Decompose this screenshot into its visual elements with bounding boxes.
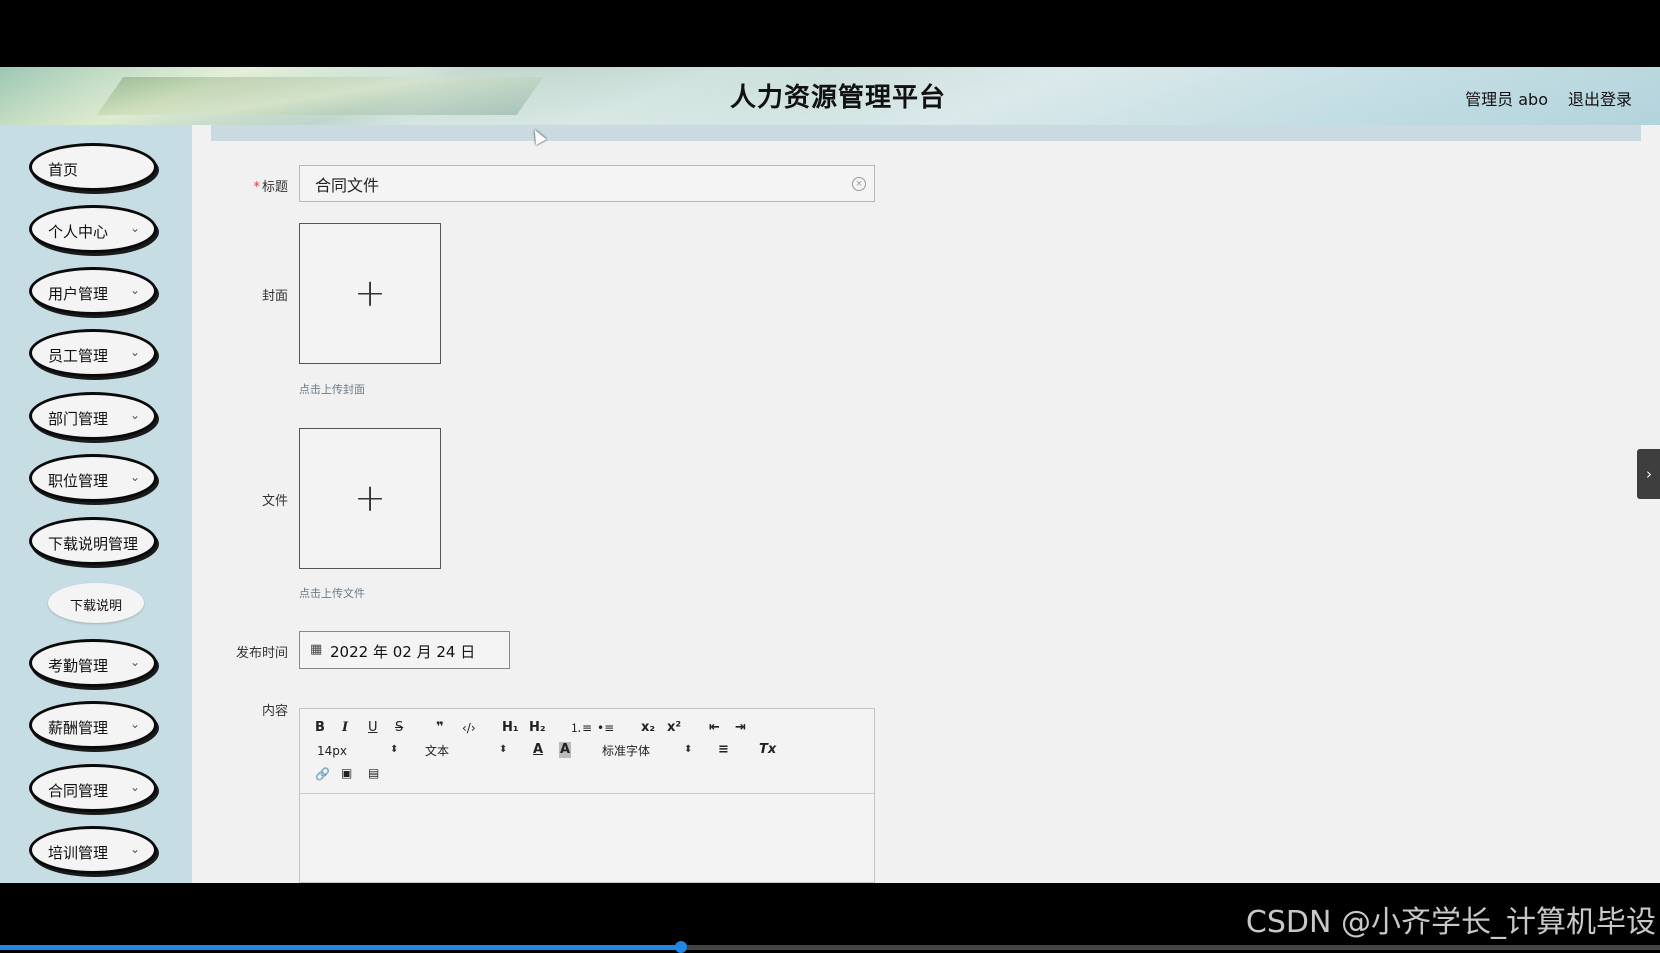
calendar-icon: ▦ [310, 642, 323, 657]
publish-date-value: 2022 年 02 月 24 日 [330, 643, 476, 661]
background-color-button[interactable]: A [559, 742, 572, 758]
sidebar-item-contract-management[interactable]: 合同管理 ⌄ [29, 764, 157, 812]
clear-icon[interactable]: × [852, 177, 866, 191]
bullet-list-button[interactable]: •≡ [597, 720, 614, 736]
header-select[interactable]: 文本 [425, 743, 449, 759]
editor-toolbar: B I U S ❞ ‹/› H₁ H₂ ⒈≡ •≡ x₂ x² ⇤ ⇥ 14px… [300, 709, 874, 794]
chevron-down-icon: ⌄ [129, 780, 140, 794]
required-mark: * [253, 180, 260, 195]
subscript-button[interactable]: x₂ [641, 720, 655, 736]
chevron-down-icon: ⌄ [129, 283, 140, 297]
h2-button[interactable]: H₂ [529, 720, 546, 736]
sidebar-subitem-label: 下载说明 [69, 599, 122, 614]
sidebar-item-label: 薪酬管理 [48, 719, 109, 737]
chevron-down-icon: ⌄ [129, 655, 140, 669]
align-button[interactable]: ≡ [718, 742, 729, 758]
content-label: 内容 [261, 704, 288, 719]
h1-button[interactable]: H₁ [502, 720, 519, 736]
breadcrumb-strip [211, 125, 1641, 141]
video-progress-bar[interactable] [0, 941, 1660, 953]
sidebar: 首页 个人中心 ⌄ 用户管理 ⌄ 员工管理 ⌄ 部门管理 ⌄ 职位管理 ⌄ 下载… [0, 125, 192, 883]
chevron-right-icon[interactable]: › [1637, 449, 1660, 499]
header: 人力资源管理平台 管理员 abo 退出登录 [0, 67, 1660, 125]
sidebar-item-label: 职位管理 [48, 472, 109, 490]
video-button[interactable]: ▤ [368, 765, 379, 781]
plus-icon: + [354, 271, 386, 315]
publish-date-label: 发布时间 [235, 646, 288, 661]
publish-date-picker[interactable]: ▦ 2022 年 02 月 24 日 [299, 631, 510, 669]
select-arrow-icon: ⬍ [684, 744, 693, 755]
link-button[interactable]: 🔗 [315, 766, 330, 782]
chevron-down-icon: ⌄ [129, 842, 140, 856]
sidebar-item-employee-management[interactable]: 员工管理 ⌄ [29, 329, 157, 377]
video-progress-fill [0, 945, 681, 950]
select-arrow-icon: ⬍ [390, 744, 399, 755]
sidebar-item-label: 首页 [48, 161, 79, 179]
font-family-select[interactable]: 标准字体 [602, 743, 650, 759]
chevron-down-icon: ⌄ [129, 470, 140, 484]
outdent-button[interactable]: ⇤ [709, 720, 720, 736]
chevron-down-icon: ⌄ [129, 345, 140, 359]
app-title: 人力资源管理平台 [729, 83, 946, 113]
select-arrow-icon: ⬍ [499, 744, 508, 755]
chevron-down-icon: ⌄ [129, 221, 140, 235]
video-progress-knob[interactable] [674, 941, 687, 953]
sidebar-item-attendance-management[interactable]: 考勤管理 ⌄ [29, 639, 157, 687]
title-label: * 标题 [230, 176, 288, 195]
sidebar-item-personal-center[interactable]: 个人中心 ⌄ [29, 205, 157, 253]
sidebar-item-label: 考勤管理 [48, 657, 109, 675]
sidebar-item-label: 用户管理 [48, 285, 109, 303]
quote-button[interactable]: ❞ [436, 720, 444, 736]
sidebar-item-label: 合同管理 [48, 782, 109, 800]
sidebar-item-home[interactable]: 首页 [29, 143, 157, 191]
plus-icon: + [354, 476, 386, 520]
watermark: CSDN @小齐学长_计算机毕设 [1245, 905, 1656, 940]
chevron-down-icon: ⌄ [129, 408, 140, 422]
title-label-text: 标题 [261, 180, 288, 195]
sidebar-item-position-management[interactable]: 职位管理 ⌄ [29, 454, 157, 502]
sidebar-item-download-notes-management[interactable]: 下载说明管理 [29, 517, 157, 565]
font-color-button[interactable]: A [533, 742, 543, 758]
file-upload[interactable]: + [299, 428, 441, 569]
sidebar-item-training-management[interactable]: 培训管理 ⌄ [29, 826, 157, 874]
sidebar-item-label: 员工管理 [48, 347, 109, 365]
indent-button[interactable]: ⇥ [735, 720, 746, 736]
sidebar-item-label: 个人中心 [48, 223, 109, 241]
font-size-select[interactable]: 14px [317, 743, 347, 759]
sidebar-item-label: 培训管理 [48, 844, 109, 862]
sidebar-item-department-management[interactable]: 部门管理 ⌄ [29, 392, 157, 440]
ordered-list-button[interactable]: ⒈≡ [570, 720, 592, 736]
rich-text-editor: B I U S ❞ ‹/› H₁ H₂ ⒈≡ •≡ x₂ x² ⇤ ⇥ 14px… [299, 708, 875, 883]
strike-button[interactable]: S [395, 720, 403, 736]
bold-button[interactable]: B [315, 720, 325, 736]
cover-upload-tip: 点击上传封面 [299, 383, 365, 396]
italic-button[interactable]: I [342, 720, 348, 736]
image-button[interactable]: ▣ [341, 765, 352, 781]
cover-upload[interactable]: + [299, 223, 441, 364]
file-label: 文件 [261, 494, 288, 509]
sidebar-item-salary-management[interactable]: 薪酬管理 ⌄ [29, 701, 157, 749]
underline-button[interactable]: U [368, 720, 378, 736]
title-input[interactable] [299, 165, 875, 202]
superscript-button[interactable]: x² [667, 720, 681, 736]
sidebar-item-label: 下载说明管理 [48, 535, 139, 553]
current-user: 管理员 abo [1465, 90, 1548, 109]
sidebar-subitem-download-notes[interactable]: 下载说明 [48, 583, 144, 623]
sidebar-item-user-management[interactable]: 用户管理 ⌄ [29, 267, 157, 315]
chevron-down-icon: ⌄ [129, 717, 140, 731]
app-window: 人力资源管理平台 管理员 abo 退出登录 首页 个人中心 ⌄ 用户管理 ⌄ 员… [0, 67, 1660, 883]
sidebar-item-label: 部门管理 [48, 410, 109, 428]
file-upload-tip: 点击上传文件 [299, 587, 365, 600]
cover-label: 封面 [261, 289, 288, 304]
clean-format-button[interactable]: Tx [759, 742, 776, 758]
logout-link[interactable]: 退出登录 [1568, 86, 1632, 110]
code-block-button[interactable]: ‹/› [462, 720, 476, 736]
